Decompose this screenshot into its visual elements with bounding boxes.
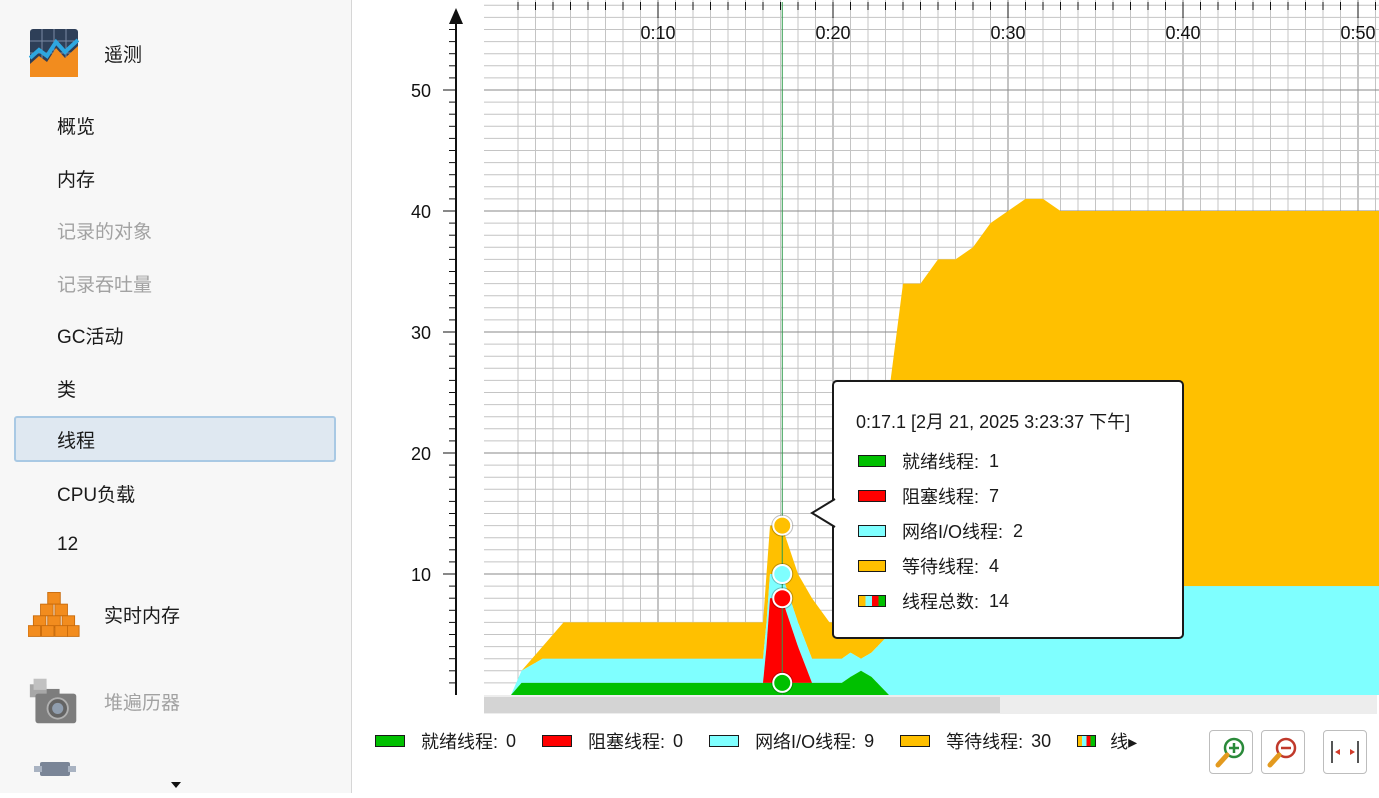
y-tick-label: 50 bbox=[411, 81, 431, 101]
live-memory-section-header[interactable]: 实时内存 bbox=[28, 587, 180, 641]
nav-item-label: 内存 bbox=[57, 169, 96, 191]
heap-walker-title: 堆遍历器 bbox=[104, 692, 181, 714]
nav-item-memory[interactable]: 内存 bbox=[14, 156, 336, 200]
waiting-swatch bbox=[900, 735, 931, 747]
legend-label: 等待线程: bbox=[946, 732, 1024, 752]
tooltip-row-runnable: 就绪线程: 1 bbox=[858, 448, 999, 474]
nav-item-label: GC活动 bbox=[57, 326, 124, 348]
crosshair-point-blocked bbox=[772, 588, 793, 609]
sidebar: 遥测 概览 内存 记录的对象 记录吞吐量 GC活动 类 线程 CPU负载 12 … bbox=[0, 0, 352, 793]
scrollbar-thumb[interactable] bbox=[484, 697, 1000, 713]
net-io-swatch bbox=[709, 735, 740, 747]
tooltip-row-label: 网络I/O线程: bbox=[902, 522, 1004, 542]
bottom-section-header[interactable] bbox=[30, 756, 190, 793]
telemetry-section-header[interactable]: 遥测 bbox=[28, 26, 142, 80]
tooltip-pointer bbox=[810, 498, 836, 528]
nav-item-recorded-objects[interactable]: 记录的对象 bbox=[14, 208, 336, 252]
y-tick-label: 10 bbox=[411, 565, 431, 585]
tooltip-row-label: 线程总数: bbox=[902, 592, 980, 612]
legend-overflow-label: 线▸ bbox=[1110, 732, 1138, 752]
legend-value: 0 bbox=[506, 730, 517, 751]
nav-item-overview[interactable]: 概览 bbox=[14, 103, 336, 147]
zoom-out-button[interactable] bbox=[1261, 730, 1305, 774]
x-tick-label: 0:40 bbox=[1165, 23, 1200, 43]
legend-label: 就绪线程: bbox=[421, 732, 499, 752]
x-tick-label: 0:30 bbox=[990, 23, 1025, 43]
telemetry-title: 遥测 bbox=[104, 44, 143, 66]
crosshair-point-waiting bbox=[772, 515, 793, 536]
legend-label: 阻塞线程: bbox=[588, 732, 666, 752]
total-swatch bbox=[858, 595, 886, 607]
tooltip-row-label: 阻塞线程: bbox=[902, 487, 980, 507]
legend-item-waiting[interactable]: 等待线程: 30 bbox=[900, 728, 1051, 754]
tooltip-row-total: 线程总数: 14 bbox=[858, 588, 1009, 614]
nav-item-label: CPU负载 bbox=[57, 484, 136, 506]
chart-legend: 就绪线程: 0 阻塞线程: 0 网络I/O线程: 9 等待线程: 30 线▸ bbox=[375, 728, 1137, 754]
tooltip-row-waiting: 等待线程: 4 bbox=[858, 553, 999, 579]
legend-item-total[interactable]: 线▸ bbox=[1077, 728, 1137, 754]
crosshair-point-runnable bbox=[772, 672, 793, 693]
legend-value: 30 bbox=[1031, 730, 1052, 751]
blocked-swatch bbox=[858, 490, 886, 502]
heap-walker-section-header[interactable]: 堆遍历器 bbox=[28, 674, 180, 728]
fit-width-button[interactable] bbox=[1323, 730, 1367, 774]
total-swatch bbox=[1077, 735, 1097, 747]
x-tick-label: 0:20 bbox=[815, 23, 850, 43]
nav-item-label: 类 bbox=[57, 379, 77, 401]
live-memory-title: 实时内存 bbox=[104, 605, 181, 627]
blocked-swatch bbox=[542, 735, 573, 747]
tooltip-row-net-io: 网络I/O线程: 2 bbox=[858, 518, 1023, 544]
legend-label: 网络I/O线程: bbox=[755, 732, 857, 752]
nav-item-label: 记录的对象 bbox=[57, 221, 153, 243]
zoom-in-button[interactable] bbox=[1209, 730, 1253, 774]
nav-item-classes[interactable]: 类 bbox=[14, 366, 336, 410]
tooltip-row-value: 14 bbox=[989, 590, 1010, 611]
nav-item-recording-throughput[interactable]: 记录吞吐量 bbox=[14, 261, 336, 305]
nav-item-12[interactable]: 12 bbox=[14, 523, 336, 567]
zoom-in-icon bbox=[1215, 737, 1245, 768]
tooltip-title: 0:17.1 [2月 21, 2025 3:23:37 下午] bbox=[856, 412, 1131, 432]
nav-item-label: 记录吞吐量 bbox=[57, 274, 153, 296]
y-axis-arrow bbox=[449, 8, 463, 24]
tooltip-row-blocked: 阻塞线程: 7 bbox=[858, 483, 999, 509]
dropdown-arrow-icon bbox=[34, 762, 181, 788]
legend-item-blocked[interactable]: 阻塞线程: 0 bbox=[542, 728, 683, 754]
legend-item-net-io[interactable]: 网络I/O线程: 9 bbox=[709, 728, 874, 754]
crosshair-point-net-io bbox=[772, 564, 793, 584]
nav-item-label: 线程 bbox=[57, 430, 96, 452]
nav-item-gc-activity[interactable]: GC活动 bbox=[14, 313, 336, 357]
nav-item-label: 12 bbox=[57, 534, 79, 555]
tooltip-row-value: 1 bbox=[989, 450, 1000, 471]
fit-width-icon bbox=[1331, 741, 1359, 763]
waiting-swatch bbox=[858, 560, 886, 572]
cubes-icon bbox=[28, 588, 80, 640]
runnable-swatch bbox=[858, 455, 886, 467]
legend-item-runnable[interactable]: 就绪线程: 0 bbox=[375, 728, 516, 754]
tooltip-row-label: 等待线程: bbox=[902, 557, 980, 577]
y-tick-label: 20 bbox=[411, 444, 431, 464]
net-io-swatch bbox=[858, 525, 886, 537]
camera-icon bbox=[28, 675, 80, 727]
legend-value: 9 bbox=[864, 730, 875, 751]
tooltip-row-value: 7 bbox=[989, 485, 1000, 506]
x-tick-label: 0:50 bbox=[1340, 23, 1375, 43]
tooltip-row-value: 2 bbox=[1013, 520, 1024, 541]
y-tick-label: 30 bbox=[411, 323, 431, 343]
telemetry-chart-icon bbox=[28, 27, 80, 79]
zoom-out-icon bbox=[1267, 737, 1297, 768]
nav-item-threads[interactable]: 线程 bbox=[14, 416, 336, 462]
legend-value: 0 bbox=[673, 730, 684, 751]
nav-item-cpu-load[interactable]: CPU负载 bbox=[14, 471, 336, 515]
tooltip-row-label: 就绪线程: bbox=[902, 452, 980, 472]
nav-item-label: 概览 bbox=[57, 116, 96, 138]
y-tick-label: 40 bbox=[411, 202, 431, 222]
chart-tooltip: 0:17.1 [2月 21, 2025 3:23:37 下午] 就绪线程: 1 … bbox=[810, 380, 1184, 639]
runnable-swatch bbox=[375, 735, 405, 747]
tooltip-row-value: 4 bbox=[989, 555, 1000, 576]
x-tick-label: 0:10 bbox=[640, 23, 675, 43]
